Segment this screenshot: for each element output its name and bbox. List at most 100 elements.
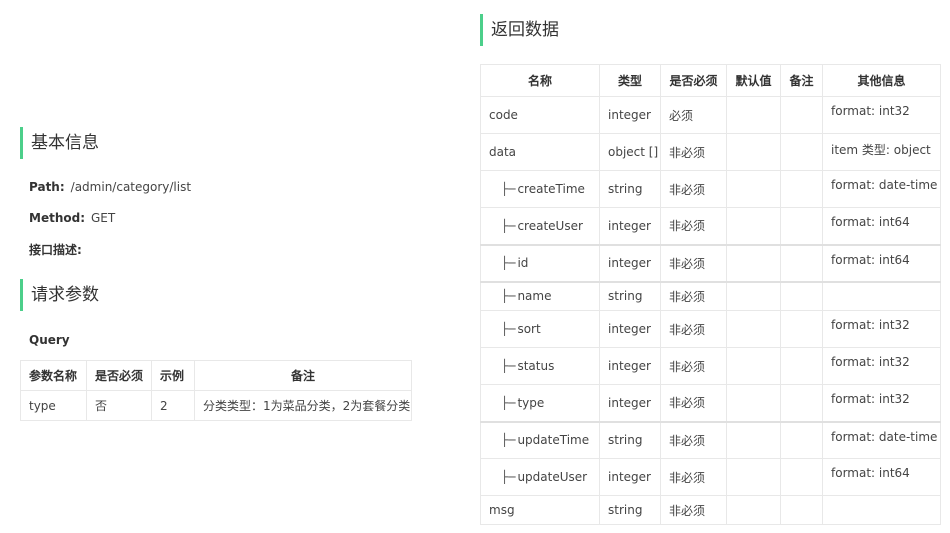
- field-other: format: int64: [822, 458, 941, 496]
- col-param-name: 参数名称: [20, 360, 87, 391]
- field-note: [780, 310, 823, 348]
- field-name-text: id: [517, 256, 529, 270]
- method-value: GET: [91, 211, 116, 225]
- field-required: 非必须: [660, 495, 727, 525]
- field-default: [726, 458, 781, 496]
- field-type: integer: [599, 243, 661, 282]
- field-required: 非必须: [660, 420, 727, 459]
- field-name: code: [480, 96, 600, 134]
- col-note: 备注: [194, 360, 412, 391]
- field-name: ├─ sort: [480, 310, 600, 348]
- field-required: 必须: [660, 96, 727, 134]
- field-type: string: [599, 495, 661, 525]
- query-params-table: 参数名称 是否必须 示例 备注 type 否 2 分类类型：1为菜品分类，2为套…: [20, 360, 412, 421]
- field-required: 非必须: [660, 243, 727, 282]
- tree-branch-icon: ├─: [501, 322, 516, 336]
- field-required: 非必须: [660, 458, 727, 496]
- field-type: integer: [599, 347, 661, 385]
- field-name: ├─ createTime: [480, 170, 600, 208]
- desc-label: 接口描述:: [29, 243, 82, 257]
- field-name: ├─ status: [480, 347, 600, 385]
- field-default: [726, 420, 781, 459]
- field-type: string: [599, 170, 661, 208]
- col-default: 默认值: [726, 64, 781, 97]
- table-row: data object [] 非必须 item 类型: object: [480, 133, 941, 171]
- field-note: [780, 495, 823, 525]
- tree-branch-icon: ├─: [501, 470, 516, 484]
- table-row: ├─ name string 非必须: [480, 280, 941, 311]
- field-default: [726, 384, 781, 422]
- field-required: 非必须: [660, 207, 727, 245]
- field-other: format: date-time: [822, 420, 941, 459]
- field-name-text: status: [517, 359, 555, 373]
- col-other: 其他信息: [822, 64, 941, 97]
- table-row: type 否 2 分类类型：1为菜品分类，2为套餐分类: [20, 390, 412, 421]
- field-name: ├─ name: [480, 280, 600, 311]
- field-other: format: int32: [822, 310, 941, 348]
- col-required: 是否必须: [660, 64, 727, 97]
- field-default: [726, 280, 781, 311]
- param-name: type: [20, 390, 87, 421]
- query-table-header: 参数名称 是否必须 示例 备注: [20, 360, 412, 391]
- query-label: Query: [29, 333, 70, 347]
- field-name-text: createUser: [517, 218, 583, 233]
- method-label: Method:: [29, 211, 85, 225]
- field-default: [726, 133, 781, 171]
- field-note: [780, 347, 823, 385]
- col-note: 备注: [780, 64, 823, 97]
- field-note: [780, 207, 823, 245]
- param-required: 否: [86, 390, 152, 421]
- request-params-title: 请求参数: [20, 279, 99, 311]
- field-note: [780, 280, 823, 311]
- response-table-header: 名称 类型 是否必须 默认值 备注 其他信息: [480, 64, 941, 97]
- tree-branch-icon: ├─: [501, 289, 516, 304]
- table-row: ├─ createTime string 非必须 format: date-tim…: [480, 170, 941, 208]
- field-default: [726, 207, 781, 245]
- field-other: item 类型: object: [822, 133, 941, 171]
- col-type: 类型: [599, 64, 661, 97]
- field-required: 非必须: [660, 347, 727, 385]
- field-default: [726, 347, 781, 385]
- table-row: ├─ sort integer 非必须 format: int32: [480, 310, 941, 348]
- field-note: [780, 420, 823, 459]
- table-row: ├─ updateUser integer 非必须 format: int64: [480, 458, 941, 496]
- field-name: data: [480, 133, 600, 171]
- table-row: ├─ updateTime string 非必须 format: date-tim…: [480, 420, 941, 459]
- response-table: 名称 类型 是否必须 默认值 备注 其他信息 code integer 必须 f…: [480, 64, 941, 525]
- field-other: format: int32: [822, 384, 941, 422]
- param-example: 2: [151, 390, 195, 421]
- tree-branch-icon: ├─: [501, 182, 516, 196]
- field-other: format: int32: [822, 347, 941, 385]
- field-type: integer: [599, 207, 661, 245]
- table-row: msg string 非必须: [480, 495, 941, 525]
- table-row: ├─ createUser integer 非必须 format: int64: [480, 207, 941, 245]
- response-title: 返回数据: [480, 14, 559, 46]
- tree-branch-icon: ├─: [501, 395, 516, 410]
- col-required: 是否必须: [86, 360, 152, 391]
- field-name: ├─ updateTime: [480, 420, 600, 459]
- path-label: Path:: [29, 180, 65, 194]
- field-type: string: [599, 420, 661, 459]
- field-type: integer: [599, 310, 661, 348]
- field-name-text: updateUser: [517, 470, 588, 484]
- field-name-text: sort: [517, 322, 541, 336]
- table-row: ├─ id integer 非必须 format: int64: [480, 243, 941, 282]
- field-name-text: name: [517, 289, 552, 304]
- tree-branch-icon: ├─: [501, 218, 516, 233]
- field-required: 非必须: [660, 280, 727, 311]
- field-name: ├─ updateUser: [480, 458, 600, 496]
- field-default: [726, 310, 781, 348]
- field-type: string: [599, 280, 661, 311]
- method-line: Method: GET: [29, 211, 115, 225]
- field-required: 非必须: [660, 310, 727, 348]
- field-other: format: int64: [822, 243, 941, 282]
- table-row: code integer 必须 format: int32: [480, 96, 941, 134]
- table-row: ├─ status integer 非必须 format: int32: [480, 347, 941, 385]
- col-name: 名称: [480, 64, 600, 97]
- field-required: 非必须: [660, 133, 727, 171]
- basic-info-title: 基本信息: [20, 127, 99, 159]
- field-type: integer: [599, 384, 661, 422]
- field-default: [726, 495, 781, 525]
- field-default: [726, 170, 781, 208]
- field-required: 非必须: [660, 170, 727, 208]
